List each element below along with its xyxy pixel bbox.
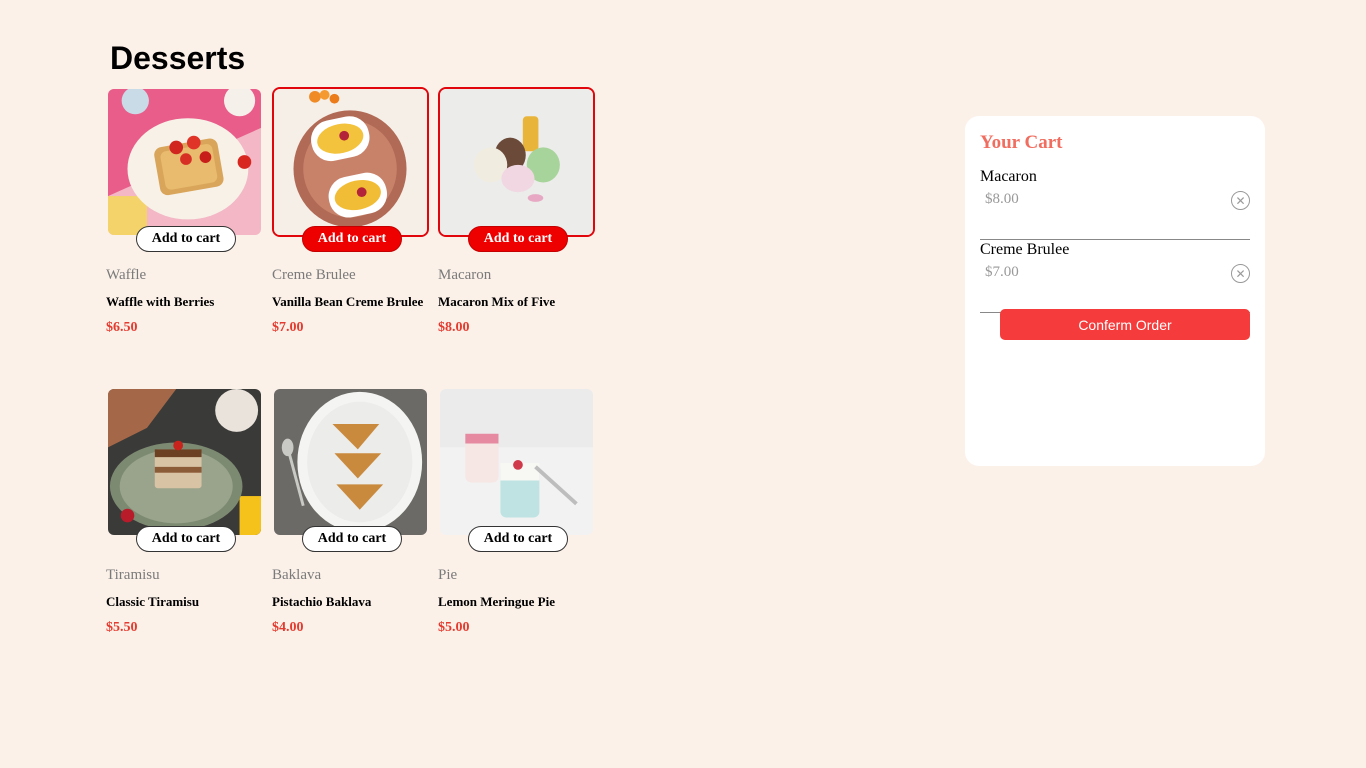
product-price: $5.50 [106,620,138,635]
cart-item: Macaron $8.00 ✕ [980,168,1250,240]
cart-title: Your Cart [980,132,1063,153]
product-price: $8.00 [438,320,470,335]
add-to-cart-button-waffle[interactable]: Add to cart [136,226,236,252]
product-name: Macaron Mix of Five [438,294,556,309]
tiramisu-image [106,387,263,537]
close-circle-icon[interactable]: ✕ [1231,264,1250,283]
confirm-order-button[interactable]: Conferm Order [1000,309,1250,340]
product-price: $7.00 [272,320,304,335]
cart-item-price: $8.00 [985,191,1019,207]
product-name: Waffle with Berries [106,294,215,309]
product-grid: Add to cart Waffle Waffle with Berries $… [106,87,595,653]
cart-item-name: Creme Brulee [980,241,1070,258]
add-to-cart-button-macaron[interactable]: Add to cart [468,226,568,252]
product-category: Pie [438,567,458,583]
page-title: Desserts [110,40,246,76]
waffle-image [106,87,263,237]
product-category: Creme Brulee [272,267,356,283]
creme-brulee-image [272,87,429,237]
cart-item-name: Macaron [980,168,1037,185]
product-category: Macaron [438,267,492,283]
baklava-image [272,387,429,537]
product-card-waffle: Add to cart Waffle Waffle with Berries $… [106,87,263,353]
cart-item: Creme Brulee $7.00 ✕ [980,241,1250,313]
product-price: $4.00 [272,620,304,635]
product-name: Lemon Meringue Pie [438,594,555,609]
pie-image [438,387,595,537]
product-card-macaron: Add to cart Macaron Macaron Mix of Five … [438,87,595,353]
product-name: Vanilla Bean Creme Brulee [272,294,424,309]
product-name: Pistachio Baklava [272,594,372,609]
add-to-cart-button-pie[interactable]: Add to cart [468,526,568,552]
product-card-baklava: Add to cart Baklava Pistachio Baklava $4… [272,387,429,653]
close-circle-icon[interactable]: ✕ [1231,191,1250,210]
cart-panel: Your Cart Macaron $8.00 ✕ Creme Brulee $… [965,116,1265,466]
add-to-cart-button-baklava[interactable]: Add to cart [302,526,402,552]
product-price: $5.00 [438,620,470,635]
product-card-pie: Add to cart Pie Lemon Meringue Pie $5.00 [438,387,595,653]
add-to-cart-button-creme-brulee[interactable]: Add to cart [302,226,402,252]
product-category: Tiramisu [106,567,160,583]
add-to-cart-button-tiramisu[interactable]: Add to cart [136,526,236,552]
product-name: Classic Tiramisu [106,594,200,609]
macaron-image [438,87,595,237]
cart-item-price: $7.00 [985,264,1019,280]
product-category: Waffle [106,267,147,283]
product-category: Baklava [272,567,322,583]
product-card-creme-brulee: Add to cart Creme Brulee Vanilla Bean Cr… [272,87,429,353]
product-price: $6.50 [106,320,138,335]
product-card-tiramisu: Add to cart Tiramisu Classic Tiramisu $5… [106,387,263,653]
